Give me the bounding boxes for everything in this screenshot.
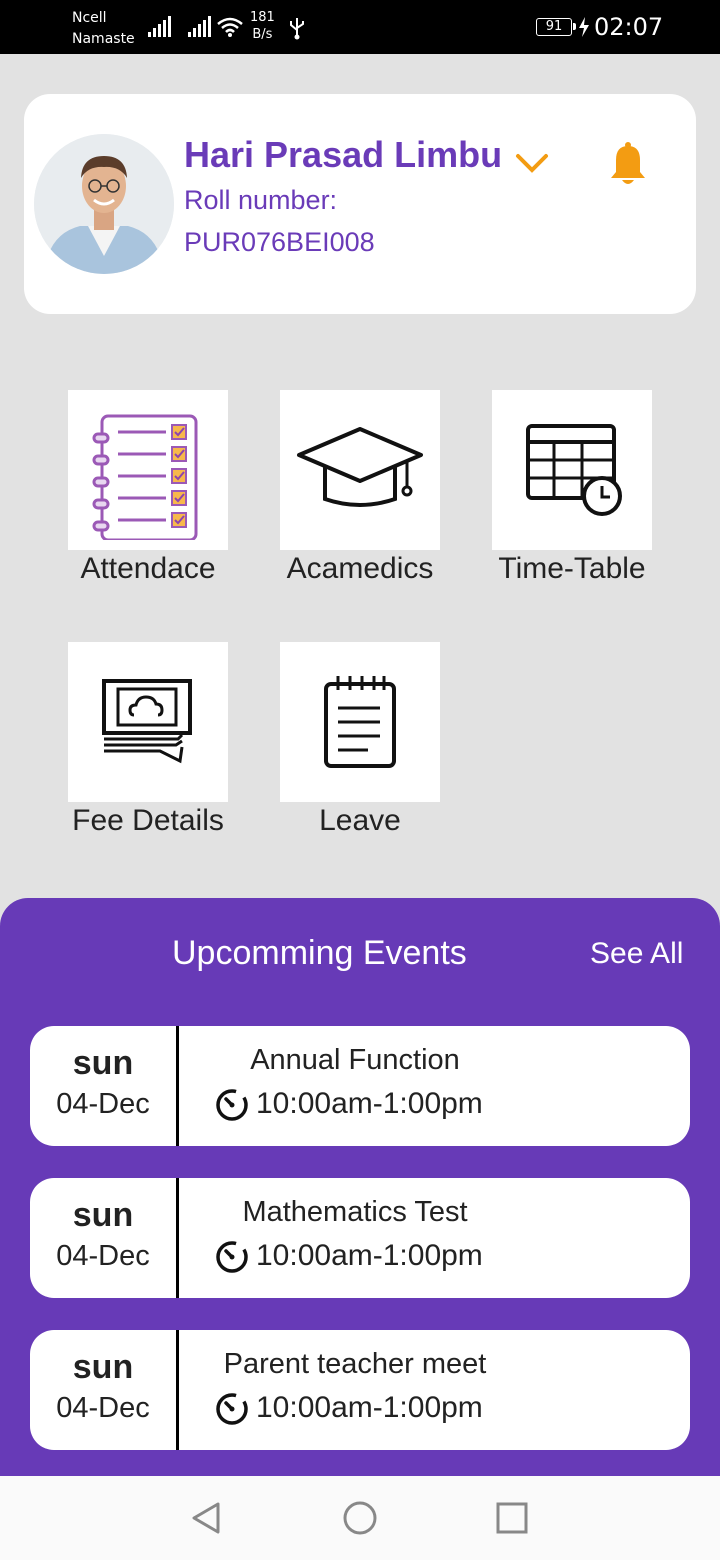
event-name: Mathematics Test [242,1196,468,1228]
recents-icon[interactable] [494,1500,530,1536]
roll-number-label: Roll number: [184,185,338,215]
event-time: 10:00am-1:00pm [256,1087,483,1120]
charging-icon [579,17,589,37]
event-day: sun [72,1196,134,1234]
see-all-link[interactable]: See All [590,937,683,971]
roll-number-value: PUR076BEI008 [184,227,375,257]
status-bar: Ncell Namaste 181 B/s 91 02:07 [0,0,720,54]
leave-label: Leave [319,804,401,837]
signal-icon [148,16,171,37]
academics-label: Acamedics [286,552,434,585]
timetable-label: Time-Table [498,552,646,585]
event-time-row: 10:00am-1:00pm [214,1390,483,1426]
navigation-bar [0,1476,720,1560]
leave-tile[interactable]: Leave [270,642,450,838]
academics-icon-box[interactable] [280,390,440,550]
carrier-name-2: Namaste [72,31,135,47]
carrier-name-1: Ncell [72,10,107,26]
event-day: sun [72,1348,134,1386]
event-name: Parent teacher meet [223,1348,487,1380]
signal-icon [188,16,211,37]
fee-details-icon-box[interactable] [68,642,228,802]
academics-tile[interactable]: Acamedics [270,390,450,586]
event-date: 04-Dec [56,1392,150,1424]
event-divider [176,1026,179,1146]
speed-unit: B/s [252,27,273,42]
attendance-label: Attendace [80,552,216,585]
upcoming-events-panel: Upcomming Events See All sun 04-Dec Annu… [0,898,720,1476]
timetable-icon [526,424,622,516]
events-title: Upcomming Events [172,934,467,972]
event-divider [176,1178,179,1298]
timer-icon [216,1089,248,1121]
event-time: 10:00am-1:00pm [256,1239,483,1272]
home-icon[interactable] [342,1500,378,1536]
wifi-icon [217,17,243,37]
attendance-tile[interactable]: Attendace [58,390,238,586]
graduation-cap-icon [297,427,423,507]
notepad-icon [324,676,396,768]
attendance-icon-box[interactable] [68,390,228,550]
timer-icon [216,1241,248,1273]
event-card[interactable]: sun 04-Dec Parent teacher meet 10:00am-1… [30,1330,690,1450]
event-time-row: 10:00am-1:00pm [214,1238,483,1274]
profile-photo [34,134,174,274]
checklist-icon [92,414,198,540]
event-time-row: 10:00am-1:00pm [214,1086,483,1122]
network-speed: 181 B/s [250,9,275,43]
event-name: Annual Function [250,1044,460,1076]
money-icon [102,679,192,764]
profile-card[interactable]: Hari Prasad Limbu Roll number: PUR076BEI… [24,94,696,314]
event-date: 04-Dec [56,1088,150,1120]
carrier-info: Ncell Namaste [72,8,135,50]
student-name: Hari Prasad Limbu [184,134,503,175]
event-time: 10:00am-1:00pm [256,1391,483,1424]
timer-icon [216,1393,248,1425]
timetable-icon-box[interactable] [492,390,652,550]
bell-icon[interactable] [608,142,648,186]
avatar[interactable] [34,134,174,274]
event-card[interactable]: sun 04-Dec Annual Function 10:00am-1:00p… [30,1026,690,1146]
chevron-down-icon[interactable] [514,152,550,176]
event-date: 04-Dec [56,1240,150,1272]
event-day: sun [72,1044,134,1082]
back-icon[interactable] [188,1500,224,1536]
usb-icon [290,18,304,40]
speed-value: 181 [250,10,275,25]
battery-indicator: 91 [536,18,576,36]
fee-details-label: Fee Details [72,804,224,837]
event-divider [176,1330,179,1450]
event-card[interactable]: sun 04-Dec Mathematics Test 10:00am-1:00… [30,1178,690,1298]
clock: 02:07 [594,13,664,41]
leave-icon-box[interactable] [280,642,440,802]
fee-details-tile[interactable]: Fee Details [58,642,238,838]
timetable-tile[interactable]: Time-Table [482,390,662,586]
